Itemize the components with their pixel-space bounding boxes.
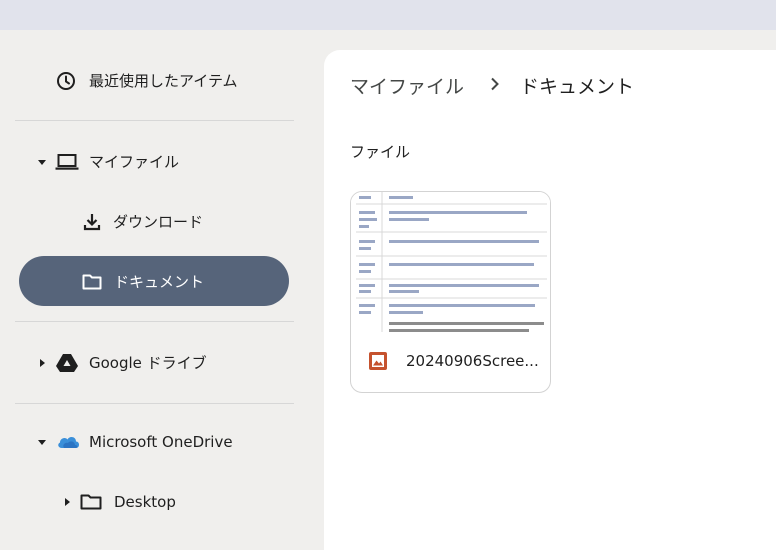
folder-icon [82,273,102,291]
expand-arrow-icon[interactable] [37,157,47,167]
sidebar-item-recent[interactable]: 最近使用したアイテム [56,70,238,91]
sidebar-item-desktop[interactable]: Desktop [62,493,176,511]
sidebar-item-label: マイファイル [89,153,180,171]
sidebar-item-label: Google ドライブ [89,354,207,372]
file-name: 20240906Scree... [406,352,539,370]
breadcrumb: マイファイル ドキュメント [350,72,634,99]
sidebar-item-my-files[interactable]: マイファイル [37,151,179,172]
sidebar-item-downloads[interactable]: ダウンロード [82,211,203,232]
breadcrumb-item-my-files[interactable]: マイファイル [350,72,464,99]
sidebar-item-label: Microsoft OneDrive [89,433,233,451]
sidebar-divider [15,120,294,121]
sidebar-item-google-drive[interactable]: Google ドライブ [37,352,207,373]
sidebar-item-label: 最近使用したアイテム [89,72,238,90]
sidebar: 最近使用したアイテム マイファイル ダウンロード ドキュメント Google ド… [0,30,324,535]
sidebar-item-label: ドキュメント [114,273,205,291]
main-content: マイファイル ドキュメント ファイル 20240906Scree... [324,50,776,550]
image-file-icon [369,352,387,370]
clock-icon [56,71,76,91]
chevron-right-icon [490,75,500,96]
google-drive-icon [55,353,79,373]
download-icon [82,212,102,232]
breadcrumb-item-documents: ドキュメント [520,76,635,98]
sidebar-item-label: ダウンロード [113,213,204,231]
file-card[interactable]: 20240906Scree... [350,191,551,393]
file-footer: 20240906Scree... [351,332,550,392]
sidebar-item-onedrive[interactable]: Microsoft OneDrive [37,433,233,451]
sidebar-divider [15,321,294,322]
window-title-bar [0,0,776,30]
expand-arrow-icon[interactable] [37,437,47,447]
folder-icon [80,493,102,511]
expand-arrow-icon[interactable] [37,358,47,368]
section-label-files: ファイル [350,143,411,161]
cloud-icon [55,433,81,451]
sidebar-item-documents[interactable]: ドキュメント [82,271,204,292]
file-thumbnail [351,192,550,332]
laptop-icon [55,152,79,172]
sidebar-divider [15,403,294,404]
expand-arrow-icon[interactable] [62,497,72,507]
sidebar-item-label: Desktop [114,493,176,511]
